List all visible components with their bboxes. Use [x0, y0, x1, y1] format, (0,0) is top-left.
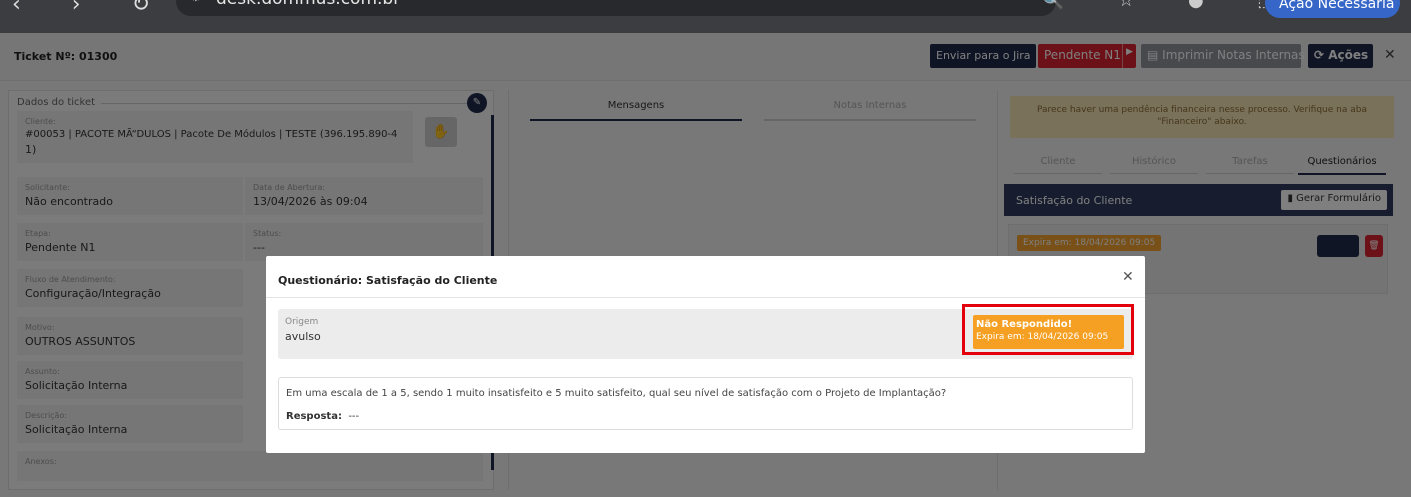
action-needed-button[interactable]: Ação Necessária — [1265, 0, 1400, 18]
browser-tool-icons[interactable]: 🔍 ☆ ● ⬚ — [1042, 0, 1298, 11]
origin-label: Origem — [285, 317, 319, 327]
answer-value: --- — [348, 411, 360, 422]
site-info-icon[interactable]: ⚙ — [190, 0, 202, 5]
status-title: Não Respondido! — [976, 319, 1073, 330]
questionnaire-modal: Questionário: Satisfação do Cliente ✕ Or… — [266, 256, 1145, 453]
origin-value: avulso — [285, 330, 321, 343]
status-expiry: Expira em: 18/04/2026 09:05 — [976, 332, 1109, 342]
answer-label: Resposta: — [286, 411, 342, 422]
answer-row: Resposta: --- — [286, 411, 359, 422]
question-text: Em uma escala de 1 a 5, sendo 1 muito in… — [286, 388, 947, 399]
browser-toolbar: ‹ › ↻ ⌂ ⚙ desk.dommus.com.br 🔍 ☆ ● ⬚ Açã… — [0, 0, 1411, 33]
question-box: Em uma escala de 1 a 5, sendo 1 muito in… — [278, 377, 1133, 430]
close-icon[interactable]: ✕ — [1122, 269, 1134, 285]
url-text: desk.dommus.com.br — [216, 0, 400, 9]
divider — [266, 297, 1145, 298]
modal-title: Questionário: Satisfação do Cliente — [278, 274, 498, 287]
status-highlight-box: Não Respondido! Expira em: 18/04/2026 09… — [962, 304, 1134, 355]
status-badge: Não Respondido! Expira em: 18/04/2026 09… — [973, 315, 1124, 349]
address-bar[interactable]: ⚙ desk.dommus.com.br — [176, 0, 1056, 16]
